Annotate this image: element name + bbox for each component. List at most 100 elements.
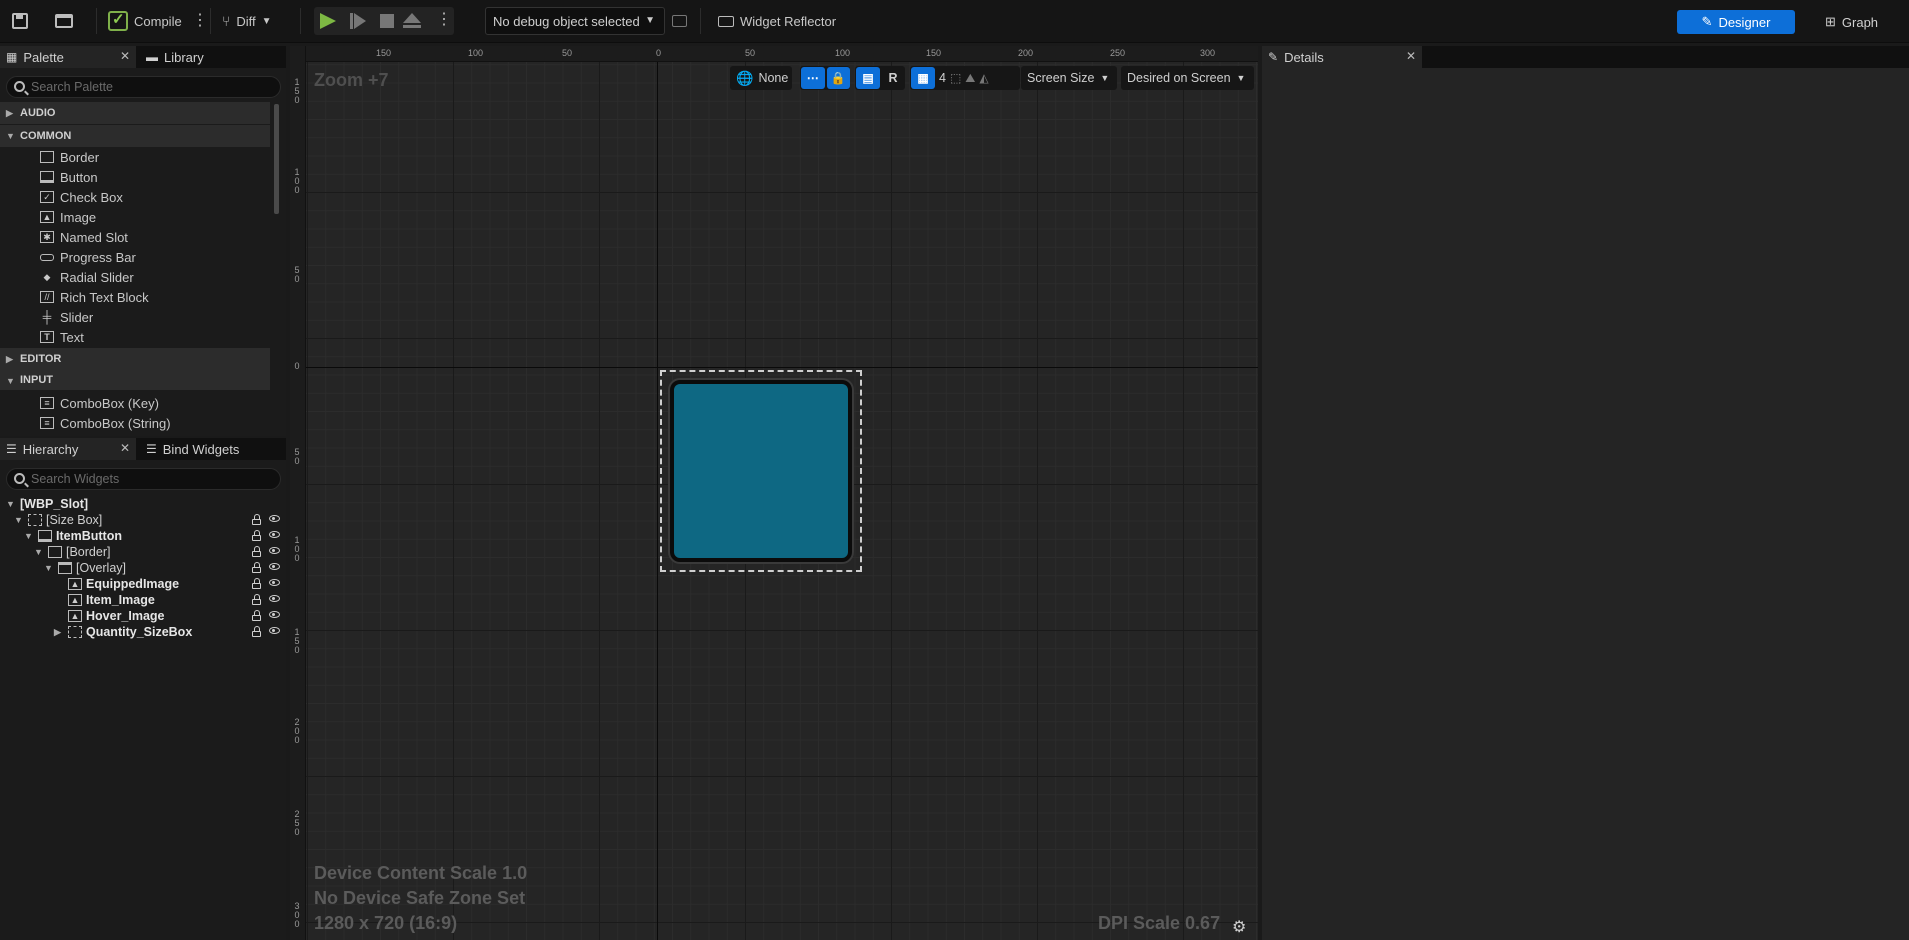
fill-screen-dropdown[interactable]: Desired on Screen ▼: [1121, 66, 1254, 90]
toolbar-divider: [210, 8, 211, 34]
diff-button[interactable]: ⑂ Diff ▼: [222, 8, 272, 34]
step-forward-icon[interactable]: [350, 13, 366, 29]
eye-icon[interactable]: [269, 627, 280, 634]
tab-bind-widgets[interactable]: ☰ Bind Widgets: [140, 438, 270, 460]
eye-icon[interactable]: [269, 515, 280, 522]
close-icon[interactable]: ✕: [120, 49, 130, 63]
preview-image-icon[interactable]: ⛰: [965, 71, 975, 86]
palette-item-slider[interactable]: ╪ Slider: [40, 307, 94, 327]
lock-toggle-icon[interactable]: 🔒: [826, 67, 850, 89]
tab-hierarchy[interactable]: ☰ Hierarchy ✕: [0, 438, 136, 460]
tree-node-item-button[interactable]: ▼ ItemButton: [24, 528, 122, 544]
category-editor[interactable]: ▶ EDITOR: [0, 348, 270, 370]
tab-details[interactable]: ✎ Details ✕: [1262, 46, 1422, 68]
lock-icon[interactable]: [252, 578, 261, 589]
save-button[interactable]: [12, 8, 28, 34]
eye-icon[interactable]: [269, 611, 280, 618]
stop-icon[interactable]: [380, 14, 394, 28]
lock-icon[interactable]: [252, 626, 261, 637]
palette-item-button[interactable]: Button: [40, 167, 98, 187]
ruler-label: 0: [294, 361, 300, 371]
eye-icon[interactable]: [269, 563, 280, 570]
palette-search-placeholder: Search Palette: [31, 80, 113, 94]
lock-icon[interactable]: [252, 546, 261, 557]
category-audio[interactable]: ▶ AUDIO: [0, 102, 270, 124]
combobox-icon: ≡: [40, 417, 54, 429]
mirror-icon[interactable]: ◭: [979, 71, 988, 85]
tree-node-quantity-size-box[interactable]: ▶ Quantity_SizeBox: [54, 624, 192, 640]
eye-icon[interactable]: [269, 595, 280, 602]
compile-options-button[interactable]: ⋮: [192, 8, 208, 34]
designer-mode-button[interactable]: ✎ Designer: [1677, 10, 1795, 34]
ruler-label: 50: [294, 447, 300, 466]
tab-palette[interactable]: ▦ Palette ✕: [0, 46, 136, 68]
category-label: COMMON: [20, 130, 72, 142]
palette-search-input[interactable]: Search Palette: [6, 76, 281, 98]
tree-node-hover-image[interactable]: ▲ Hover_Image: [68, 608, 165, 624]
debug-object-dropdown[interactable]: No debug object selected ▼: [485, 7, 665, 35]
category-common[interactable]: ▼ COMMON: [0, 125, 270, 147]
browse-button[interactable]: [55, 8, 73, 34]
tab-library[interactable]: ▬ Library: [140, 46, 240, 68]
tree-node-item-image[interactable]: ▲ Item_Image: [68, 592, 155, 608]
compile-button[interactable]: Compile: [108, 8, 182, 34]
hierarchy-search-placeholder: Search Widgets: [31, 472, 120, 486]
eject-icon[interactable]: [403, 13, 421, 28]
debug-filter-button[interactable]: [672, 8, 687, 34]
lock-icon[interactable]: [252, 562, 261, 573]
tree-node-root[interactable]: ▼ [WBP_Slot]: [6, 496, 88, 512]
tree-node-equipped-image[interactable]: ▲ EquippedImage: [68, 576, 179, 592]
slot-widget-preview[interactable]: [670, 380, 852, 562]
select-region-icon[interactable]: ⬚: [950, 71, 961, 85]
eye-icon[interactable]: [269, 531, 280, 538]
palette-item-check-box[interactable]: ✓ Check Box: [40, 187, 123, 207]
palette-item-border[interactable]: Border: [40, 147, 99, 167]
layout-mode-icon[interactable]: ▤: [856, 67, 880, 89]
category-input[interactable]: ▼ INPUT: [0, 370, 270, 390]
lock-icon[interactable]: [252, 594, 261, 605]
palette-item-radial-slider[interactable]: ◆ Radial Slider: [40, 267, 134, 287]
lock-icon[interactable]: [252, 530, 261, 541]
palette-item-rich-text-block[interactable]: // Rich Text Block: [40, 287, 149, 307]
transform-mode-icon[interactable]: ⋯: [801, 67, 825, 89]
tree-node-overlay[interactable]: ▼ [Overlay]: [44, 560, 126, 576]
palette-scrollbar[interactable]: [274, 104, 279, 214]
tree-node-border[interactable]: ▼ [Border]: [34, 544, 110, 560]
tree-node-size-box[interactable]: ▼ [Size Box]: [14, 512, 102, 528]
ruler-label: 200: [1018, 48, 1034, 58]
palette-item-image[interactable]: ▲ Image: [40, 207, 96, 227]
canvas-x-axis-line: [306, 367, 1258, 368]
eye-icon[interactable]: [269, 547, 280, 554]
brush-icon: ✎: [1701, 14, 1713, 29]
graph-mode-button[interactable]: ⊞ Graph: [1825, 10, 1895, 34]
close-icon[interactable]: ✕: [1406, 49, 1416, 63]
ruler-label: 100: [468, 48, 484, 58]
palette-item-label: Radial Slider: [60, 269, 134, 285]
palette-item-text[interactable]: T Text: [40, 327, 84, 347]
palette-item-named-slot[interactable]: ✱ Named Slot: [40, 227, 128, 247]
hierarchy-search-input[interactable]: Search Widgets: [6, 468, 281, 490]
close-icon[interactable]: ✕: [120, 441, 130, 455]
grid-snap-icon[interactable]: ▦: [911, 67, 935, 89]
lock-icon[interactable]: [252, 610, 261, 621]
palette-item-progress-bar[interactable]: Progress Bar: [40, 247, 136, 267]
palette-item-combobox-string[interactable]: ≡ ComboBox (String): [40, 413, 171, 433]
tree-node-label: [Border]: [66, 545, 111, 559]
chevron-down-icon: ▼: [34, 547, 43, 557]
localization-preview-dropdown[interactable]: 🌐 None: [730, 66, 792, 90]
widget-reflector-button[interactable]: Widget Reflector: [718, 8, 836, 34]
eye-icon[interactable]: [269, 579, 280, 586]
play-options-button[interactable]: ⋮: [436, 12, 452, 28]
chevron-down-icon: ▼: [44, 563, 53, 573]
grid-snap-value[interactable]: 4: [939, 71, 946, 85]
gear-icon[interactable]: ⚙: [1232, 917, 1246, 937]
lock-icon[interactable]: [252, 514, 261, 525]
play-icon[interactable]: [320, 13, 336, 29]
ruler-label: 150: [376, 48, 392, 58]
palette-item-combobox-key[interactable]: ≡ ComboBox (Key): [40, 393, 159, 413]
screen-size-dropdown[interactable]: Screen Size ▼: [1021, 66, 1117, 90]
overlay-icon: [58, 562, 72, 574]
hierarchy-icon: ☰: [6, 442, 17, 456]
chevron-right-icon: ▶: [6, 354, 13, 364]
rotate-mode-button[interactable]: R: [882, 71, 904, 85]
